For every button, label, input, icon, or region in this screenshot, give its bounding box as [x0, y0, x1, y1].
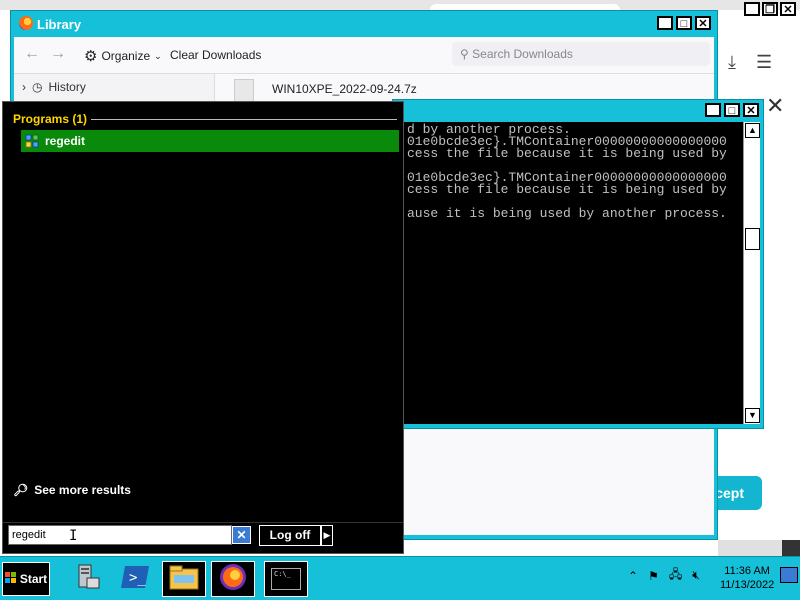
search-icon: ⚲: [460, 47, 469, 61]
taskbar-firefox[interactable]: [211, 561, 255, 597]
server-icon: [71, 562, 101, 597]
browser-window-controls: _ ❐ ✕: [744, 2, 796, 16]
start-menu: Programs (1) regedit 🔎︎ See more results…: [2, 101, 404, 554]
show-desktop-button[interactable]: [780, 567, 798, 583]
divider: [3, 522, 403, 523]
chevron-up-icon[interactable]: ⌃: [628, 569, 638, 583]
close-button[interactable]: ✕: [743, 103, 759, 117]
console-window-controls: _ □ ✕: [705, 103, 759, 117]
taskbar: Start >_ C:\_ ⌃ ⚑ 🖧︎ 🔇︎ 11:36 AM 11/13/2…: [0, 556, 800, 600]
library-toolbar: ← → ⚙ Organize ⌄ Clear Downloads ⚲ Searc…: [14, 37, 714, 74]
library-window-controls: _ □ ✕: [657, 16, 711, 30]
maximize-button[interactable]: □: [724, 103, 740, 117]
clock-date: 11/13/2022: [720, 579, 775, 591]
see-more-label: See more results: [34, 483, 131, 497]
text-cursor-icon: I: [69, 528, 78, 544]
scroll-down-icon[interactable]: ▼: [745, 408, 760, 423]
forward-arrow-icon[interactable]: →: [50, 45, 66, 63]
download-item-name[interactable]: WIN10XPE_2022-09-24.7z: [272, 82, 417, 96]
browser-corner: [782, 540, 800, 556]
logoff-button[interactable]: Log off: [259, 525, 321, 546]
organize-menu[interactable]: ⚙ Organize ⌄: [84, 47, 162, 65]
close-button[interactable]: ✕: [780, 2, 796, 16]
download-icon[interactable]: ⤓: [728, 52, 736, 73]
library-title: Library: [37, 17, 82, 32]
scroll-up-icon[interactable]: ▲: [745, 123, 760, 138]
search-icon: 🔎︎: [13, 483, 29, 497]
svg-text:>_: >_: [129, 570, 146, 586]
command-prompt-icon: C:\_: [271, 568, 301, 590]
clock-icon: ◷: [32, 80, 43, 94]
taskbar-powershell[interactable]: >_: [114, 561, 158, 597]
search-placeholder: Search Downloads: [472, 47, 573, 61]
system-tray: ⌃ ⚑ 🖧︎ 🔇︎: [628, 565, 700, 586]
console-scrollbar[interactable]: ▲ ▼: [743, 122, 760, 424]
firefox-icon: [19, 16, 33, 30]
console-line: ause it is being used by another process…: [407, 206, 727, 221]
flag-icon[interactable]: ⚑: [648, 569, 659, 583]
start-button[interactable]: Start: [2, 562, 50, 596]
clear-downloads-button[interactable]: Clear Downloads: [170, 48, 261, 62]
maximize-button[interactable]: □: [676, 16, 692, 30]
desktop: _ ❐ ✕ ⤓ ☰ ✕ ccept Library _ □ ✕ ← → ⚙ Or…: [0, 0, 800, 600]
registry-editor-icon: [25, 134, 39, 148]
browser-tabstrip: [0, 0, 800, 10]
search-downloads-input[interactable]: ⚲ Search Downloads: [452, 42, 710, 66]
start-search-input[interactable]: regedit: [8, 525, 232, 545]
minimize-button[interactable]: _: [744, 2, 760, 16]
taskbar-command-prompt[interactable]: C:\_: [264, 561, 308, 597]
chevron-down-icon: ⌄: [154, 50, 162, 61]
restore-button[interactable]: ❐: [762, 2, 778, 16]
windows-logo-icon: [4, 571, 17, 587]
logoff-options-arrow[interactable]: ▶: [321, 525, 333, 546]
console-line: cess the file because it is being used b…: [407, 146, 727, 161]
minimize-button[interactable]: _: [705, 103, 721, 117]
volume-muted-icon[interactable]: 🔇︎: [692, 568, 700, 583]
scroll-thumb[interactable]: [745, 228, 760, 250]
clear-search-button[interactable]: ✕: [232, 526, 251, 544]
see-more-results-link[interactable]: 🔎︎ See more results: [13, 483, 131, 497]
firefox-icon: [218, 562, 248, 597]
taskbar-server-manager[interactable]: [64, 561, 108, 597]
close-icon[interactable]: ✕: [766, 93, 784, 119]
start-label: Start: [19, 572, 48, 586]
clock-time: 11:36 AM: [724, 565, 770, 577]
search-result-regedit[interactable]: regedit: [21, 130, 399, 152]
close-button[interactable]: ✕: [695, 16, 711, 30]
organize-label: Organize: [101, 49, 151, 63]
console-output: d by another process. 01e0bcde3ec}.TMCon…: [403, 122, 745, 424]
sidebar-item-history[interactable]: › ◷ History: [22, 80, 86, 94]
chevron-right-icon: ›: [22, 80, 26, 94]
programs-header: Programs (1): [13, 112, 88, 126]
minimize-button[interactable]: _: [657, 16, 673, 30]
search-result-label: regedit: [45, 134, 86, 148]
sidebar-item-label: History: [48, 80, 86, 94]
console-window: _ □ ✕ d by another process. 01e0bcde3ec}…: [392, 99, 764, 429]
folder-icon: [168, 563, 200, 596]
menu-icon[interactable]: ☰: [756, 52, 772, 73]
browser-toolbar-icons: ⤓ ☰: [728, 52, 772, 73]
network-icon[interactable]: 🖧︎: [669, 565, 682, 586]
powershell-icon: >_: [121, 564, 151, 595]
clock[interactable]: 11:36 AM 11/13/2022: [720, 564, 774, 592]
back-arrow-icon[interactable]: ←: [24, 45, 40, 63]
command-prompt-label: C:\_: [274, 570, 291, 578]
taskbar-file-explorer[interactable]: [162, 561, 206, 597]
console-line: cess the file because it is being used b…: [407, 182, 727, 197]
divider: [91, 119, 397, 120]
gear-icon: ⚙: [84, 48, 98, 65]
